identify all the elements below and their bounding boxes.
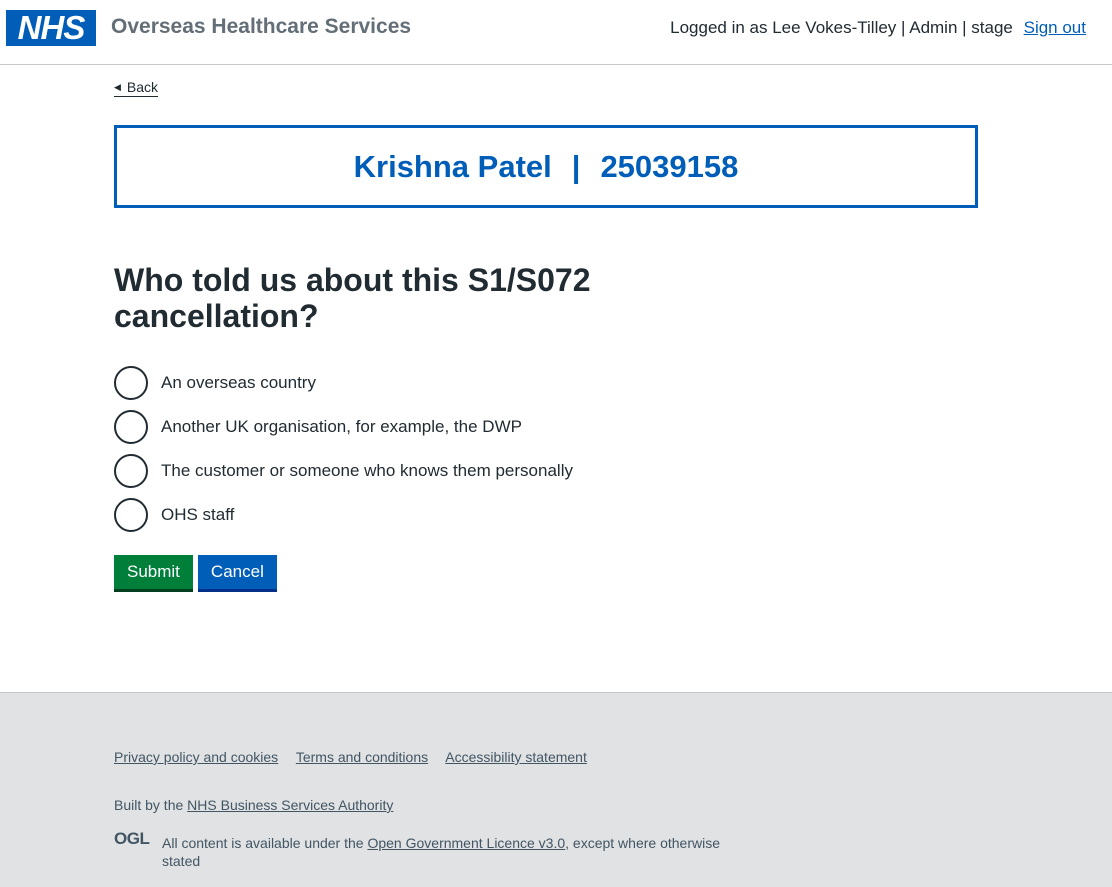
radio-option-overseas-country[interactable]: An overseas country	[114, 365, 573, 400]
patient-id: 25039158	[600, 148, 739, 184]
footer-link-terms[interactable]: Terms and conditions	[296, 749, 428, 765]
radio-button[interactable]	[114, 497, 148, 532]
radio-label[interactable]: The customer or someone who knows them p…	[161, 461, 573, 481]
radio-label[interactable]: OHS staff	[161, 505, 234, 525]
nhsbsa-link[interactable]: NHS Business Services Authority	[187, 797, 393, 813]
chevron-left-icon: ◀	[114, 82, 121, 92]
radio-button[interactable]	[114, 365, 148, 400]
patient-banner: Krishna Patel | 25039158	[114, 125, 978, 208]
service-name[interactable]: Overseas Healthcare Services	[111, 15, 411, 39]
cancel-button[interactable]: Cancel	[197, 555, 277, 589]
back-link-label: Back	[126, 79, 159, 95]
logged-in-text: Logged in as Lee Vokes-Tilley | Admin | …	[670, 18, 1013, 37]
footer-link-accessibility[interactable]: Accessibility statement	[445, 749, 587, 765]
back-link[interactable]: ◀ Back	[114, 79, 159, 97]
built-by-prefix: Built by the	[114, 797, 184, 813]
built-by: Built by the NHS Business Services Autho…	[114, 797, 393, 813]
footer-link-privacy[interactable]: Privacy policy and cookies	[114, 749, 278, 765]
radio-label[interactable]: Another UK organisation, for example, th…	[161, 417, 522, 437]
licence-prefix: All content is available under the	[162, 835, 364, 851]
licence-text: All content is available under the Open …	[162, 834, 762, 870]
radio-option-customer[interactable]: The customer or someone who knows them p…	[114, 453, 573, 488]
ogl-logo: OGL	[114, 829, 150, 848]
ogl-licence-link[interactable]: Open Government Licence v3.0	[367, 835, 565, 851]
site-footer: Privacy policy and cookies Terms and con…	[0, 692, 1112, 887]
banner-separator: |	[571, 148, 581, 184]
footer-links: Privacy policy and cookies Terms and con…	[114, 749, 601, 765]
sign-out-link[interactable]: Sign out	[1024, 18, 1086, 37]
account-info: Logged in as Lee Vokes-Tilley | Admin | …	[670, 18, 1086, 38]
radio-option-uk-organisation[interactable]: Another UK organisation, for example, th…	[114, 409, 573, 444]
radio-button[interactable]	[114, 453, 148, 488]
radio-button[interactable]	[114, 409, 148, 444]
radio-option-ohs-staff[interactable]: OHS staff	[114, 497, 573, 532]
patient-name: Krishna Patel	[353, 148, 552, 184]
submit-button[interactable]: Submit	[114, 555, 193, 589]
radio-group: An overseas country Another UK organisat…	[114, 365, 573, 542]
form-actions: Submit Cancel	[114, 555, 282, 589]
radio-label[interactable]: An overseas country	[161, 373, 316, 393]
site-header: NHS Overseas Healthcare Services Logged …	[0, 0, 1112, 65]
nhs-logo[interactable]: NHS	[6, 10, 96, 46]
page-title: Who told us about this S1/S072 cancellat…	[114, 262, 591, 334]
